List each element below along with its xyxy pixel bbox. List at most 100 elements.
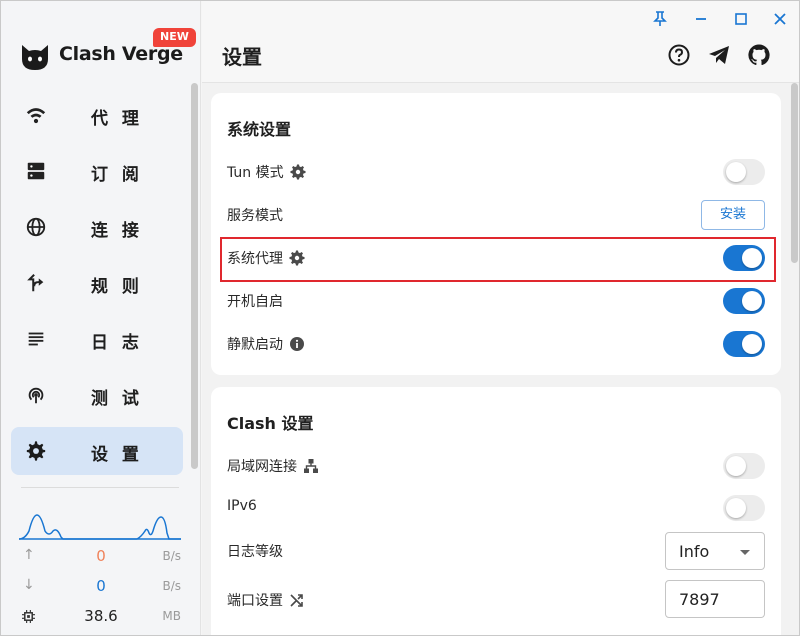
download-unit: B/s (162, 579, 181, 593)
setting-row-log-level: 日志等级 Info (227, 532, 765, 572)
sidebar: Clash Verge NEW 代 理 订 阅 连 接 规 则 日 志 测 试 … (1, 1, 201, 635)
port-label: 端口设置 (227, 593, 283, 609)
memory-usage: 38.6 MB (19, 607, 181, 627)
sidebar-item-rules[interactable]: 规 则 (11, 259, 183, 307)
install-service-button[interactable]: 安装 (701, 200, 765, 230)
main-scrollbar[interactable] (791, 83, 798, 263)
wifi-icon (26, 108, 46, 124)
ipv6-label: IPv6 (227, 498, 257, 514)
toggle-knob (726, 162, 746, 182)
page-header: 设置 (202, 1, 799, 83)
server-icon (27, 162, 45, 180)
setting-row-auto-launch: 开机自启 (227, 281, 765, 321)
ipv6-toggle[interactable] (723, 495, 765, 521)
app-logo: Clash Verge NEW (19, 28, 196, 75)
setting-row-tun-mode: Tun 模式 (227, 152, 765, 192)
memory-chip-icon (22, 610, 35, 623)
memory-unit: MB (162, 609, 181, 623)
setting-row-ipv6: IPv6 (227, 488, 765, 528)
page-title: 设置 (222, 45, 262, 69)
system-proxy-toggle[interactable] (723, 245, 765, 271)
sidebar-item-connections[interactable]: 连 接 (11, 203, 183, 251)
sidebar-item-proxy[interactable]: 代 理 (11, 91, 183, 139)
auto-launch-label: 开机自启 (227, 294, 283, 310)
sidebar-divider (21, 487, 179, 488)
setting-label: 静默启动 (227, 334, 305, 354)
help-icon[interactable] (667, 43, 691, 67)
clash-settings-card: Clash 设置 局域网连接 IPv6 日志等级 Info 端口设置 7897 (211, 387, 781, 635)
sidebar-item-label: 设 置 (91, 445, 143, 465)
toggle-knob (726, 456, 746, 476)
pin-icon (653, 11, 667, 26)
fork-arrow-icon (27, 274, 44, 292)
toggle-knob (742, 291, 762, 311)
toggle-knob (742, 248, 762, 268)
chevron-down-icon (740, 550, 750, 555)
traffic-graph (19, 514, 181, 540)
allow-lan-toggle[interactable] (723, 453, 765, 479)
setting-row-port: 端口设置 (227, 580, 765, 620)
toggle-knob (742, 334, 762, 354)
gear-icon[interactable] (289, 250, 305, 266)
sidebar-scrollbar[interactable] (191, 83, 198, 469)
memory-value: 38.6 (84, 607, 118, 625)
card-title: Clash 设置 (227, 414, 314, 433)
tun-mode-label: Tun 模式 (227, 165, 284, 181)
minimize-button[interactable] (691, 9, 711, 29)
card-title: 系统设置 (227, 120, 292, 139)
silent-start-label: 静默启动 (227, 337, 283, 353)
github-icon[interactable] (747, 43, 771, 67)
minimize-icon (696, 18, 706, 20)
arrow-up-icon: ↑ (23, 547, 35, 563)
upload-unit: B/s (162, 549, 181, 563)
sidebar-item-label: 日 志 (91, 333, 143, 353)
setting-row-system-proxy: 系统代理 (220, 237, 776, 282)
pin-button[interactable] (650, 9, 670, 29)
sidebar-item-label: 连 接 (91, 221, 143, 241)
setting-label: Tun 模式 (227, 162, 306, 182)
upload-value: 0 (96, 547, 106, 565)
tun-mode-toggle[interactable] (723, 159, 765, 185)
app-window: Clash Verge NEW 代 理 订 阅 连 接 规 则 日 志 测 试 … (0, 0, 800, 636)
toggle-knob (726, 498, 746, 518)
telegram-icon[interactable] (707, 43, 731, 67)
shuffle-icon[interactable] (289, 592, 305, 608)
close-button[interactable] (770, 9, 790, 29)
allow-lan-label: 局域网连接 (227, 459, 297, 475)
sidebar-item-logs[interactable]: 日 志 (11, 315, 183, 363)
port-input[interactable] (665, 580, 765, 618)
upload-speed: ↑ 0 B/s (19, 547, 181, 567)
auto-launch-toggle[interactable] (723, 288, 765, 314)
sidebar-item-settings[interactable]: 设 置 (11, 427, 183, 475)
maximize-button[interactable] (731, 9, 751, 29)
sidebar-item-label: 代 理 (91, 109, 143, 129)
sidebar-item-test[interactable]: 测 试 (11, 371, 183, 419)
gear-icon[interactable] (290, 164, 306, 180)
download-value: 0 (96, 577, 106, 595)
silent-start-toggle[interactable] (723, 331, 765, 357)
log-level-select[interactable]: Info (665, 532, 765, 570)
download-speed: ↓ 0 B/s (19, 577, 181, 597)
network-icon[interactable] (303, 458, 319, 474)
gear-icon (26, 441, 46, 461)
log-level-value: Info (679, 542, 710, 561)
system-proxy-label: 系统代理 (227, 251, 283, 267)
service-mode-label: 服务模式 (227, 208, 283, 224)
setting-label: 系统代理 (227, 248, 305, 268)
log-level-label: 日志等级 (227, 544, 283, 560)
setting-row-silent-start: 静默启动 (227, 324, 765, 364)
sidebar-item-subscriptions[interactable]: 订 阅 (11, 147, 183, 195)
setting-label: 局域网连接 (227, 456, 319, 476)
setting-label: 端口设置 (227, 590, 305, 610)
sidebar-item-label: 订 阅 (91, 165, 143, 185)
main-panel: 设置 系统设置 Tun 模式 服务模式 安装 系统代理 开机自启 静默启动 Cl… (202, 1, 799, 635)
cat-logo-icon (22, 45, 48, 70)
list-lines-icon (28, 332, 44, 346)
arrow-down-icon: ↓ (23, 577, 35, 593)
system-settings-card: 系统设置 Tun 模式 服务模式 安装 系统代理 开机自启 静默启动 (211, 93, 781, 375)
sidebar-nav: 代 理 订 阅 连 接 规 则 日 志 测 试 设 置 (11, 91, 183, 483)
setting-row-allow-lan: 局域网连接 (227, 446, 765, 486)
signal-icon (28, 387, 44, 404)
info-icon[interactable] (289, 336, 305, 352)
new-badge: NEW (153, 28, 196, 47)
